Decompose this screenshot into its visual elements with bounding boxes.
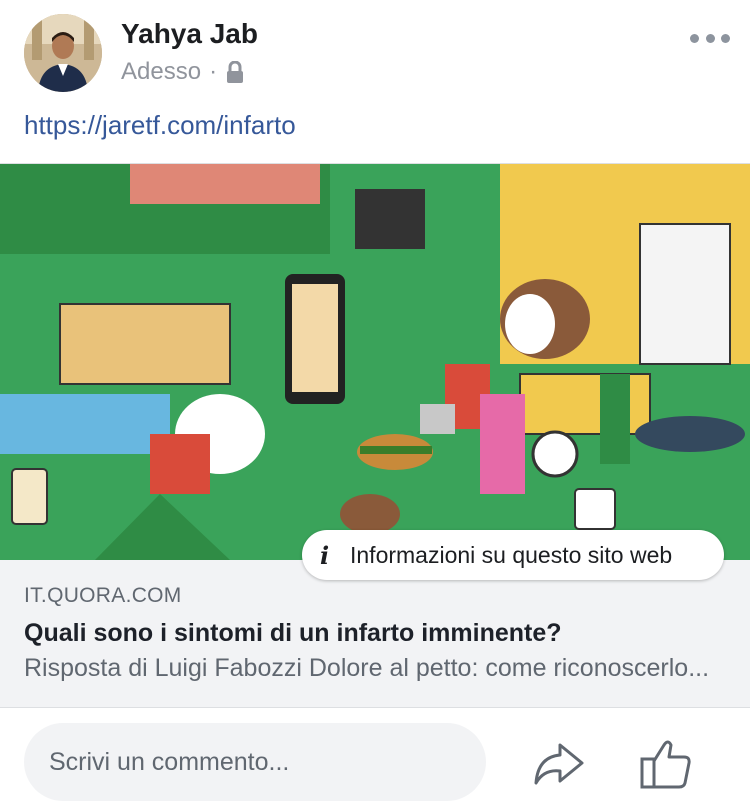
more-dot (690, 33, 699, 43)
link-preview[interactable]: i Informazioni su questo sito web IT.QUO… (0, 163, 750, 708)
preview-description: Risposta di Luigi Fabozzi Dolore al pett… (24, 654, 710, 682)
post-timestamp[interactable]: Adesso (121, 58, 201, 86)
info-icon: i (320, 540, 330, 570)
more-dot (721, 33, 730, 43)
lock-icon (225, 60, 245, 83)
meta-separator: · (209, 58, 218, 85)
site-info-label: Informazioni su questo sito web (350, 541, 673, 568)
preview-image[interactable] (0, 164, 750, 560)
preview-domain: IT.QUORA.COM (24, 584, 182, 607)
more-dot (705, 33, 715, 43)
comment-input[interactable] (24, 723, 486, 801)
post-meta: Adesso · (121, 58, 245, 86)
author-name[interactable]: Yahya Jab (121, 18, 258, 50)
avatar[interactable] (24, 14, 102, 92)
post-header: Yahya Jab Adesso · (0, 0, 750, 108)
post-link[interactable]: https://jaretf.com/infarto (24, 110, 296, 141)
share-icon[interactable] (530, 735, 588, 791)
site-info-button[interactable]: i Informazioni su questo sito web (302, 530, 724, 580)
avatar-photo (24, 14, 102, 92)
preview-title[interactable]: Quali sono i sintomi di un infarto immin… (24, 619, 562, 648)
more-icon[interactable] (690, 30, 730, 46)
like-icon[interactable] (636, 735, 694, 791)
